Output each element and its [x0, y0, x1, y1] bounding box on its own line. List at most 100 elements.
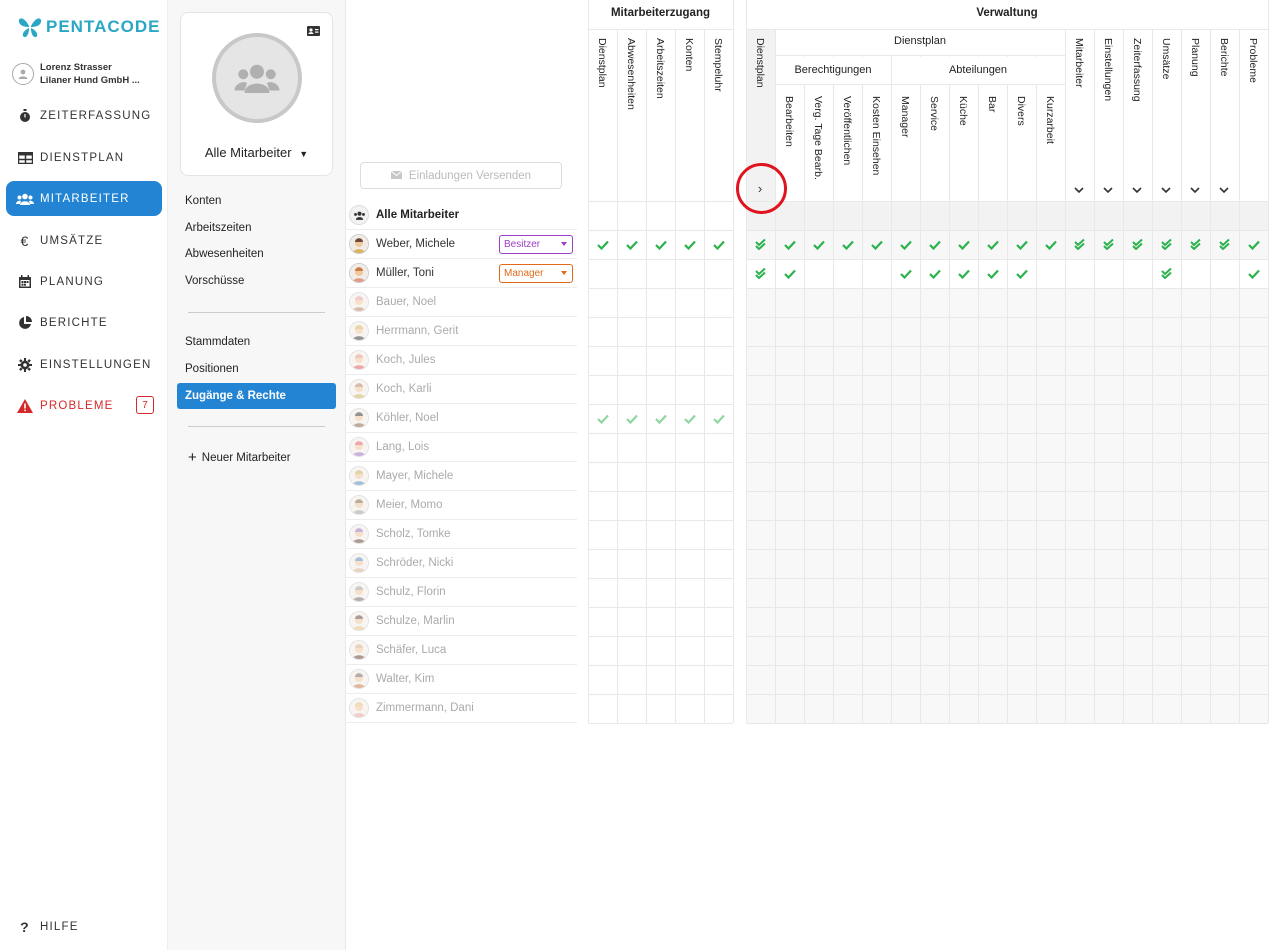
nav-item-einstellungen[interactable]: EINSTELLUNGEN — [6, 347, 162, 382]
role-select[interactable]: Manager — [499, 264, 573, 283]
check-icon[interactable] — [891, 230, 920, 259]
id-card-icon[interactable] — [307, 23, 320, 41]
employee-row[interactable]: Schulz, Florin — [346, 578, 577, 607]
column-header[interactable]: Divers — [1015, 96, 1027, 126]
double-check-icon[interactable] — [1123, 230, 1152, 259]
check-icon[interactable] — [617, 230, 646, 259]
chevron-down-icon[interactable] — [1219, 181, 1229, 199]
check-icon[interactable] — [675, 230, 704, 259]
current-user[interactable]: Lorenz Strasser Lilaner Hund GmbH ... — [12, 61, 140, 87]
check-icon[interactable] — [588, 230, 617, 259]
column-header[interactable]: Abwesenheiten — [625, 38, 637, 110]
column-header[interactable]: Dienstplan — [754, 38, 766, 88]
chevron-down-icon[interactable] — [1074, 181, 1084, 199]
chevron-down-icon[interactable] — [1103, 181, 1113, 199]
column-header[interactable]: Probleme — [1247, 38, 1259, 83]
subnav-positionen[interactable]: Positionen — [185, 363, 239, 375]
employee-row[interactable]: Koch, Jules — [346, 346, 577, 375]
check-icon[interactable] — [1239, 259, 1268, 288]
double-check-icon[interactable] — [746, 259, 775, 288]
check-icon[interactable] — [1239, 230, 1268, 259]
column-header[interactable]: Veröffentlichen — [841, 96, 853, 165]
all-employees-row[interactable]: Alle Mitarbeiter — [346, 201, 577, 230]
nav-item-dienstplan[interactable]: DIENSTPLAN — [6, 140, 162, 175]
check-icon[interactable] — [920, 259, 949, 288]
check-icon[interactable] — [646, 230, 675, 259]
double-check-icon[interactable] — [1152, 230, 1181, 259]
column-header[interactable]: Einstellungen — [1102, 38, 1114, 101]
employee-row[interactable]: Lang, Lois — [346, 433, 577, 462]
check-icon[interactable] — [978, 230, 1007, 259]
column-header[interactable]: Arbeitszeiten — [654, 38, 666, 99]
check-icon[interactable] — [1007, 259, 1036, 288]
chevron-down-icon[interactable] — [1190, 181, 1200, 199]
employee-row[interactable]: Müller, Toni Manager — [346, 259, 577, 288]
nav-item-berichte[interactable]: BERICHTE — [6, 305, 162, 340]
column-header[interactable]: Konten — [683, 38, 695, 71]
new-employee-link[interactable]: + Neuer Mitarbeiter — [188, 449, 291, 466]
column-header[interactable]: Umsätze — [1160, 38, 1172, 79]
employee-row[interactable]: Schröder, Nicki — [346, 549, 577, 578]
role-select[interactable]: Besitzer — [499, 235, 573, 254]
check-icon[interactable] — [891, 259, 920, 288]
subnav-konten[interactable]: Konten — [185, 195, 221, 207]
check-icon[interactable] — [646, 404, 675, 433]
column-header[interactable]: Stempeluhr — [712, 38, 724, 92]
subnav-stammdaten[interactable]: Stammdaten — [185, 336, 250, 348]
column-header[interactable]: Service — [928, 96, 940, 131]
double-check-icon[interactable] — [1152, 259, 1181, 288]
check-icon[interactable] — [588, 404, 617, 433]
subnav-arbeitszeiten[interactable]: Arbeitszeiten — [185, 222, 251, 234]
chevron-down-icon[interactable] — [1161, 181, 1171, 199]
double-check-icon[interactable] — [1094, 230, 1123, 259]
check-icon[interactable] — [833, 230, 862, 259]
nav-item-planung[interactable]: PLANUNG — [6, 264, 162, 299]
double-check-icon[interactable] — [1181, 230, 1210, 259]
column-header[interactable]: Planung — [1189, 38, 1201, 77]
nav-item-zeiterfassung[interactable]: ZEITERFASSUNG — [6, 98, 162, 133]
check-icon[interactable] — [949, 230, 978, 259]
brand-logo[interactable]: PENTACODE — [18, 16, 160, 38]
employee-row[interactable]: Koch, Karli — [346, 375, 577, 404]
double-check-icon[interactable] — [1065, 230, 1094, 259]
nav-item-probleme[interactable]: PROBLEME 7 — [6, 388, 162, 423]
chevron-down-icon[interactable] — [1132, 181, 1142, 199]
column-header[interactable]: Kosten Einsehen — [870, 96, 882, 175]
group-select[interactable]: Alle Mitarbeiter ▼ — [181, 145, 332, 160]
nav-item-umsaetze[interactable]: € UMSÄTZE — [6, 223, 162, 258]
check-icon[interactable] — [862, 230, 891, 259]
column-header[interactable]: Berichte — [1218, 38, 1230, 77]
employee-row[interactable]: Schulze, Marlin — [346, 607, 577, 636]
column-header[interactable]: Dienstplan — [596, 38, 608, 88]
column-header[interactable]: Verg. Tage Bearb. — [812, 96, 824, 180]
column-header[interactable]: Küche — [957, 96, 969, 126]
employee-row[interactable]: Walter, Kim — [346, 665, 577, 694]
check-icon[interactable] — [949, 259, 978, 288]
check-icon[interactable] — [775, 259, 804, 288]
check-icon[interactable] — [1036, 230, 1065, 259]
nav-item-mitarbeiter[interactable]: MITARBEITER — [6, 181, 162, 216]
column-header[interactable]: Mitarbeiter — [1073, 38, 1085, 88]
employee-row[interactable]: Bauer, Noel — [346, 288, 577, 317]
column-header[interactable]: Manager — [899, 96, 911, 137]
column-header[interactable]: Bar — [986, 96, 998, 112]
employee-row[interactable]: Weber, Michele Besitzer — [346, 230, 577, 259]
double-check-icon[interactable] — [746, 230, 775, 259]
check-icon[interactable] — [675, 404, 704, 433]
employee-row[interactable]: Köhler, Noel — [346, 404, 577, 433]
employee-row[interactable]: Schäfer, Luca — [346, 636, 577, 665]
employee-row[interactable]: Scholz, Tomke — [346, 520, 577, 549]
check-icon[interactable] — [775, 230, 804, 259]
check-icon[interactable] — [978, 259, 1007, 288]
column-header[interactable]: Zeiterfassung — [1131, 38, 1143, 102]
subnav-zugaenge-rechte[interactable]: Zugänge & Rechte — [177, 383, 336, 409]
check-icon[interactable] — [704, 404, 733, 433]
nav-item-hilfe[interactable]: ? HILFE — [6, 909, 162, 944]
column-header[interactable]: Bearbeiten — [783, 96, 795, 147]
column-header[interactable]: Kurzarbeit — [1044, 96, 1056, 144]
check-icon[interactable] — [804, 230, 833, 259]
employee-row[interactable]: Mayer, Michele — [346, 462, 577, 491]
employee-row[interactable]: Herrmann, Gerit — [346, 317, 577, 346]
check-icon[interactable] — [1007, 230, 1036, 259]
check-icon[interactable] — [617, 404, 646, 433]
